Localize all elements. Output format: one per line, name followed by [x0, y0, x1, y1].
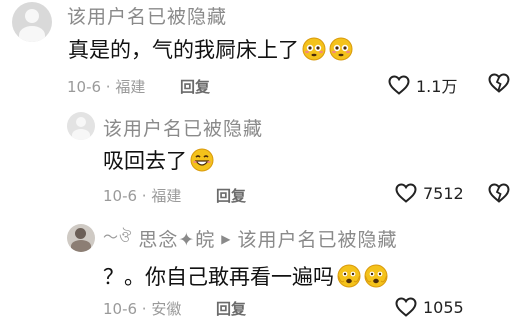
like-count: 1055 — [423, 297, 464, 317]
comment-text: 吸回去了 — [103, 145, 214, 175]
comment-body: 真是的，气的我屙床上了 — [68, 38, 299, 62]
comment-meta: 10-6 · 安徽 — [103, 300, 182, 318]
comment-body: ？。你自己敢再看一遍吗 — [103, 265, 334, 289]
like-control[interactable]: 1055 — [395, 297, 464, 317]
fearful-face-emoji-icon — [364, 264, 388, 288]
like-count: 1.1万 — [416, 77, 458, 96]
avatar[interactable] — [12, 2, 52, 42]
comment-header: 〜ঔ 思念✦皖 ▶ 该用户名已被隐藏 — [103, 225, 397, 252]
flushed-face-emoji-icon — [302, 37, 326, 61]
comment-username[interactable]: 该用户名已被隐藏 — [67, 2, 227, 29]
flushed-face-emoji-icon — [329, 37, 353, 61]
heart-icon[interactable] — [395, 183, 417, 203]
comment-username[interactable]: 该用户名已被隐藏 — [103, 114, 263, 141]
reply-button[interactable]: 回复 — [180, 76, 210, 97]
reply-button[interactable]: 回复 — [216, 185, 246, 206]
like-count: 7512 — [423, 183, 464, 203]
reply-to-username[interactable]: 该用户名已被隐藏 — [237, 225, 397, 252]
comment-text: 真是的，气的我屙床上了 — [68, 34, 353, 64]
reply-button[interactable]: 回复 — [216, 298, 246, 319]
avatar[interactable] — [67, 112, 95, 140]
decoration-swirl-icon: 〜ঔ — [103, 228, 133, 246]
broken-heart-icon[interactable] — [488, 73, 510, 93]
comment-username[interactable]: 思念✦皖 — [138, 225, 215, 252]
comment-meta: 10-6 · 福建 — [67, 78, 146, 96]
avatar[interactable] — [67, 224, 95, 252]
broken-heart-icon[interactable] — [488, 183, 510, 203]
like-control[interactable]: 7512 — [395, 183, 464, 203]
like-control[interactable]: 1.1万 — [388, 73, 457, 97]
heart-icon[interactable] — [388, 75, 410, 95]
comment-text: ？。你自己敢再看一遍吗 — [103, 261, 388, 291]
caret-right-icon: ▶ — [221, 231, 232, 246]
grin-face-emoji-icon — [190, 148, 214, 172]
heart-icon[interactable] — [395, 297, 417, 317]
fearful-face-emoji-icon — [337, 264, 361, 288]
comment-meta: 10-6 · 福建 — [103, 187, 182, 205]
comment-body: 吸回去了 — [103, 149, 187, 173]
